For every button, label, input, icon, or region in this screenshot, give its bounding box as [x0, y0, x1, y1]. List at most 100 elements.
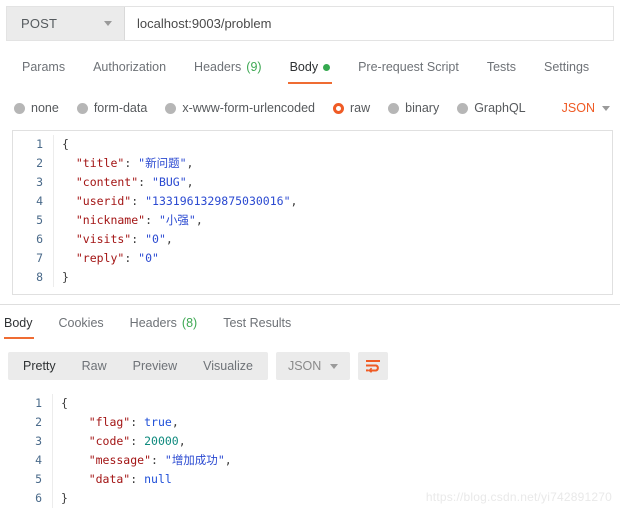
token-punct: ,: [186, 175, 194, 189]
request-tab-tests[interactable]: Tests: [473, 56, 530, 84]
token-null: null: [144, 472, 172, 486]
pane-splitter[interactable]: [0, 304, 620, 305]
request-body-code: 1{2 "title": "新问题", 3 "content": "BUG", 4 …: [13, 131, 612, 287]
code-text: "visits": "0",: [53, 230, 612, 249]
token-punct: :: [124, 251, 139, 265]
tab-label: Body: [289, 60, 319, 74]
tab-label: Pre-request Script: [358, 60, 459, 74]
token-num: 20000: [144, 434, 179, 448]
code-line: 5 "data": null: [12, 470, 613, 489]
radio-icon: [76, 102, 88, 114]
raw-format-selector[interactable]: JSON: [562, 101, 610, 115]
line-number: 7: [36, 251, 43, 265]
tab-count-badge: (8): [181, 316, 198, 330]
token-punct: {: [61, 396, 68, 410]
tab-label: Body: [4, 316, 33, 330]
view-mode-visualize[interactable]: Visualize: [190, 352, 266, 380]
body-type-label: x-www-form-urlencoded: [182, 101, 315, 115]
token-cjk: 小强: [165, 213, 189, 227]
response-tab-body[interactable]: Body: [0, 312, 46, 339]
raw-format-label: JSON: [561, 101, 595, 115]
body-type-graphql[interactable]: GraphQL: [457, 101, 526, 115]
token-punct: {: [62, 137, 69, 151]
body-type-raw[interactable]: raw: [333, 101, 370, 115]
code-text: "data": null: [52, 470, 613, 489]
chevron-down-icon: [104, 21, 112, 26]
response-tab-test-results[interactable]: Test Results: [210, 312, 304, 339]
line-number: 3: [36, 175, 43, 189]
code-line: 1{: [13, 135, 612, 154]
response-format-selector[interactable]: JSON: [275, 352, 351, 380]
tab-label: Cookies: [58, 316, 104, 330]
wrap-lines-button[interactable]: [358, 352, 389, 380]
token-str: "0": [145, 232, 166, 246]
active-tab-underline: [287, 81, 333, 84]
token-punct: ,: [186, 156, 194, 170]
tab-label: Settings: [544, 60, 590, 74]
body-type-label: binary: [405, 101, 440, 115]
code-line: 6 "visits": "0",: [13, 230, 612, 249]
tab-label: Authorization: [93, 60, 167, 74]
body-type-x-www-form-urlencoded[interactable]: x-www-form-urlencoded: [165, 101, 315, 115]
line-number: 8: [36, 270, 43, 284]
request-tab-pre-request-script[interactable]: Pre-request Script: [344, 56, 473, 84]
radio-icon: [14, 102, 25, 114]
token-cjk: 新问题: [145, 156, 180, 170]
body-type-binary[interactable]: binary: [388, 101, 439, 115]
request-tabs: Params Authorization Headers (9) Body Pre-req…: [0, 56, 620, 90]
http-method-selector[interactable]: POST: [7, 7, 125, 40]
body-present-dot-icon: [323, 63, 331, 71]
request-tab-authorization[interactable]: Authorization: [79, 56, 180, 84]
code-line: 1{: [12, 394, 613, 413]
radio-icon: [165, 102, 177, 114]
code-text: "userid": "1331961329875030016",: [53, 192, 612, 211]
response-tab-headers[interactable]: Headers (8): [117, 312, 211, 339]
radio-icon: [457, 102, 469, 114]
line-number: 2: [35, 415, 42, 429]
view-mode-pretty[interactable]: Pretty: [10, 352, 69, 380]
request-tab-headers[interactable]: Headers (9): [180, 56, 276, 84]
line-number: 3: [35, 434, 42, 448]
response-tab-cookies[interactable]: Cookies: [46, 312, 117, 339]
response-format-label: JSON: [287, 359, 322, 373]
code-line: 7 "reply": "0": [13, 249, 612, 268]
request-url-input[interactable]: [125, 7, 613, 40]
view-mode-preview[interactable]: Preview: [120, 352, 190, 380]
chevron-down-icon: [602, 105, 610, 111]
code-text: }: [53, 268, 612, 287]
watermark: https://blog.csdn.net/yi742891270: [425, 490, 612, 504]
code-line: 2 "title": "新问题",: [13, 154, 612, 173]
token-punct: :: [130, 472, 145, 486]
token-punct: :: [138, 175, 153, 189]
body-type-none[interactable]: none: [14, 101, 59, 115]
body-type-label: none: [31, 101, 59, 115]
line-number: 6: [35, 491, 42, 505]
tab-count-badge: (9): [246, 60, 262, 74]
body-type-label: raw: [350, 101, 371, 115]
request-tab-body[interactable]: Body: [276, 56, 345, 84]
request-body-editor[interactable]: 1{2 "title": "新问题", 3 "content": "BUG", 4 …: [12, 130, 613, 295]
code-line: 3 "content": "BUG",: [13, 173, 612, 192]
chevron-down-icon: [330, 363, 339, 369]
token-cjk: 增加成功: [171, 453, 218, 467]
code-text: "nickname": "小强",: [53, 211, 612, 230]
line-number: 4: [36, 194, 43, 208]
view-mode-raw[interactable]: Raw: [69, 352, 120, 380]
line-number: 2: [36, 156, 43, 170]
token-punct: ,: [195, 213, 203, 227]
request-tab-settings[interactable]: Settings: [530, 56, 603, 84]
code-line: 8}: [13, 268, 612, 287]
code-text: "code": 20000,: [52, 432, 613, 451]
token-str: ": [217, 453, 225, 467]
token-str: "1331961329875030016": [145, 194, 291, 208]
token-key: "content": [62, 175, 139, 189]
line-number: 4: [35, 453, 42, 467]
code-line: 3 "code": 20000,: [12, 432, 613, 451]
token-punct: ,: [171, 415, 179, 429]
request-tab-params[interactable]: Params: [8, 56, 79, 84]
token-key: "reply": [62, 251, 125, 265]
response-view-modes: Pretty Raw Preview Visualize: [8, 352, 268, 380]
body-type-form-data[interactable]: form-data: [76, 101, 147, 115]
token-punct: :: [130, 434, 145, 448]
code-line: 2 "flag": true,: [12, 413, 613, 432]
